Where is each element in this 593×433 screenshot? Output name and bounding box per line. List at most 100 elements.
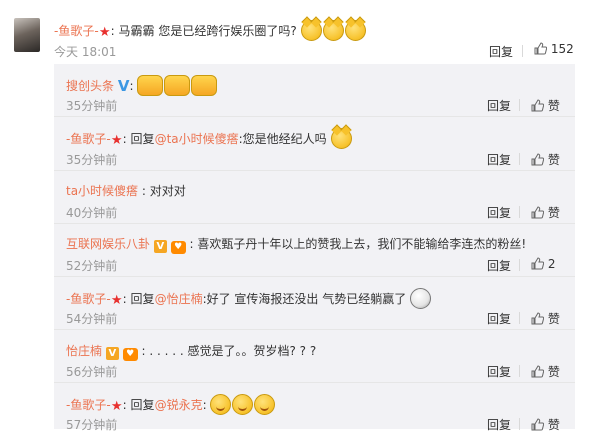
mention-link[interactable]: @ta小时候傻瘩 (155, 132, 239, 146)
smile-emoji-icon (210, 394, 232, 415)
reply-button[interactable]: 回复 (489, 43, 513, 60)
colon: : (129, 79, 134, 93)
author-name[interactable]: ta小时候傻瘩 (66, 184, 138, 198)
reply-time: 35分钟前 (66, 153, 118, 167)
comment-time: 今天 18:01 (54, 45, 117, 59)
verified-v-icon: V (105, 347, 119, 360)
mention-link[interactable]: @锐永克 (155, 398, 203, 412)
reply-line: 搜创头条 V: (66, 75, 218, 96)
thumbs-up-icon (531, 206, 544, 219)
thumbs-up-icon (534, 42, 547, 55)
reply-line: -鱼歌子-★: 回复@怡庄楠:好了 宣传海报还没出 气势已经躺赢了 (66, 288, 432, 309)
reply-line: ta小时候傻瘩 : 对对对 (66, 182, 186, 199)
thumbs-up-icon (531, 153, 544, 166)
divider (54, 276, 575, 277)
divider (519, 153, 520, 165)
reply-text: : 喜欢甄子丹十年以上的赞我上去，我们不能输给李连杰的粉丝! (189, 237, 527, 251)
reply-time: 57分钟前 (66, 418, 118, 432)
star-badge-icon: ★ (98, 25, 111, 40)
doge-emoji-icon (330, 128, 352, 149)
divider (519, 259, 520, 271)
main-comment-line: -鱼歌子-★: 马霸霸 您是已经跨行娱乐圈了吗? (54, 20, 367, 41)
mention-link[interactable]: @怡庄楠 (155, 292, 203, 306)
like-button[interactable]: 赞 (531, 204, 560, 221)
like-button[interactable]: 赞 (531, 97, 560, 114)
reply-button[interactable]: 回复 (487, 257, 511, 274)
reply-line: -鱼歌子-★: 回复@锐永克: (66, 394, 276, 415)
divider (522, 45, 523, 57)
like-count: 152 (550, 42, 574, 56)
author-name[interactable]: -鱼歌子- (66, 292, 111, 306)
reply-button[interactable]: 回复 (487, 151, 511, 168)
reply-text: : . . . . . 感觉是了。。贺岁档? ? ? (141, 344, 317, 358)
doge-emoji-icon (300, 20, 322, 41)
vip-heart-icon: ♥ (170, 241, 186, 254)
like-button[interactable]: 赞 (531, 151, 560, 168)
reply-line: 怡庄楠 V ♥ : . . . . . 感觉是了。。贺岁档? ? ? (66, 342, 316, 361)
thumbs-up-icon (531, 418, 544, 431)
reply-prefix: 回复 (130, 132, 155, 146)
divider (519, 365, 520, 377)
author-name[interactable]: 怡庄楠 (66, 344, 102, 358)
author-name[interactable]: 互联网娱乐八卦 (66, 237, 150, 251)
divider (54, 223, 575, 224)
reply-text: :好了 宣传海报还没出 气势已经躺赢了 (202, 292, 407, 306)
colon: : (122, 398, 127, 412)
smile-emoji-icon (232, 394, 254, 415)
husky-emoji-icon (410, 288, 432, 309)
replies-panel: 搜创头条 V: 35分钟前 回复 赞 -鱼歌子-★: 回复@ta小时候傻瘩:您是… (54, 64, 575, 432)
colon: : (110, 24, 115, 38)
reply-time: 35分钟前 (66, 99, 118, 113)
avatar[interactable] (14, 18, 40, 52)
like-label: 赞 (547, 418, 560, 432)
divider (519, 312, 520, 324)
reply-text: :您是他经纪人吗 (238, 132, 327, 146)
vip-heart-icon: ♥ (122, 348, 138, 361)
reply-line: -鱼歌子-★: 回复@ta小时候傻瘩:您是他经纪人吗 (66, 128, 353, 149)
divider (519, 418, 520, 430)
star-badge-icon: ★ (110, 133, 123, 148)
main-comment: -鱼歌子-★: 马霸霸 您是已经跨行娱乐圈了吗? 今天 18:01 回复 152 (0, 0, 593, 64)
like-count: 2 (547, 257, 556, 271)
author-name[interactable]: -鱼歌子- (54, 24, 99, 38)
star-badge-icon: ★ (110, 399, 123, 414)
like-label: 赞 (547, 206, 560, 220)
reply-time: 56分钟前 (66, 365, 118, 379)
author-name[interactable]: 搜创头条 (66, 79, 114, 93)
like-button[interactable]: 152 (534, 42, 574, 56)
reply-button[interactable]: 回复 (487, 363, 511, 380)
reply-button[interactable]: 回复 (487, 204, 511, 221)
like-label: 赞 (547, 312, 560, 326)
like-button[interactable]: 赞 (531, 416, 560, 433)
reply-button[interactable]: 回复 (487, 97, 511, 114)
doge-emoji-icon (322, 20, 344, 41)
reply-prefix: 回复 (130, 398, 155, 412)
comment-text: 马霸霸 您是已经跨行娱乐圈了吗? (118, 24, 297, 38)
divider (54, 116, 575, 117)
divider (54, 170, 575, 171)
reply-text: : (202, 398, 207, 412)
like-label: 赞 (547, 99, 560, 113)
thumbs-up-icon (531, 365, 544, 378)
reply-line: 互联网娱乐八卦 V ♥ : 喜欢甄子丹十年以上的赞我上去，我们不能输给李连杰的粉… (66, 235, 526, 254)
handshake-emoji-icon (191, 75, 218, 96)
like-label: 赞 (547, 153, 560, 167)
divider (519, 206, 520, 218)
verified-v-icon: V (153, 240, 167, 253)
reply-time: 40分钟前 (66, 206, 118, 220)
thumbs-up-icon (531, 312, 544, 325)
smile-emoji-icon (254, 394, 276, 415)
author-name[interactable]: -鱼歌子- (66, 132, 111, 146)
author-name[interactable]: -鱼歌子- (66, 398, 111, 412)
like-button[interactable]: 赞 (531, 363, 560, 380)
handshake-emoji-icon (137, 75, 164, 96)
handshake-emoji-icon (164, 75, 191, 96)
reply-text: : 对对对 (141, 184, 186, 198)
divider (519, 99, 520, 111)
reply-prefix: 回复 (130, 292, 155, 306)
reply-button[interactable]: 回复 (487, 416, 511, 433)
thumbs-up-icon (531, 99, 544, 112)
like-button[interactable]: 赞 (531, 310, 560, 327)
reply-button[interactable]: 回复 (487, 310, 511, 327)
like-button[interactable]: 2 (531, 257, 555, 271)
